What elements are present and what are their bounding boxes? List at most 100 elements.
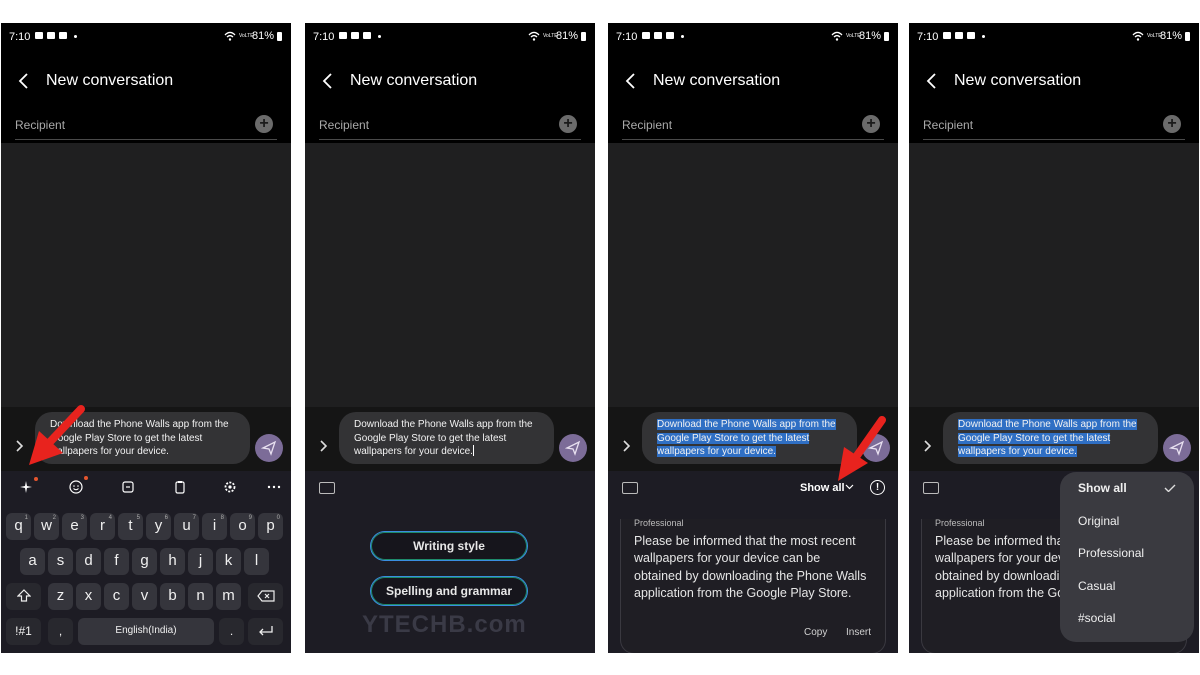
notification-dot-icon bbox=[74, 35, 77, 38]
message-input[interactable]: Download the Phone Walls app from the Go… bbox=[642, 412, 857, 464]
recipient-field[interactable]: Recipient + bbox=[319, 113, 581, 140]
galaxy-ai-sparkle-icon[interactable] bbox=[19, 480, 33, 494]
status-bar: 7:10 VoLTE 81% bbox=[305, 23, 595, 51]
key-m[interactable]: m bbox=[216, 583, 241, 610]
send-button[interactable] bbox=[1163, 434, 1191, 462]
key-q[interactable]: q1 bbox=[6, 513, 31, 540]
suggestion-style-label: Professional bbox=[935, 518, 985, 528]
space-key[interactable]: English(India) bbox=[78, 618, 214, 645]
keyboard-icon[interactable] bbox=[923, 482, 939, 494]
key-f[interactable]: f bbox=[104, 548, 129, 575]
volte-icon: VoLTE bbox=[1146, 32, 1162, 39]
add-recipient-icon[interactable]: + bbox=[559, 115, 577, 133]
message-input[interactable]: Download the Phone Walls app from the Go… bbox=[339, 412, 554, 464]
key-a[interactable]: a bbox=[20, 548, 45, 575]
youtube-icon bbox=[59, 32, 67, 39]
writing-style-button[interactable]: Writing style bbox=[370, 531, 528, 561]
key-v[interactable]: v bbox=[132, 583, 157, 610]
compose-bar: Download the Phone Walls app from the Go… bbox=[909, 407, 1199, 471]
insert-button[interactable]: Insert bbox=[846, 627, 871, 638]
key-z[interactable]: z bbox=[48, 583, 73, 610]
enter-key[interactable] bbox=[248, 618, 283, 645]
back-icon[interactable] bbox=[925, 71, 939, 91]
app-header: New conversation bbox=[1, 67, 291, 95]
send-button[interactable] bbox=[255, 434, 283, 462]
suggestion-panel: Show all ! Professional Please be inform… bbox=[608, 471, 898, 653]
copy-button[interactable]: Copy bbox=[804, 627, 827, 638]
key-n[interactable]: n bbox=[188, 583, 213, 610]
expand-icon[interactable] bbox=[15, 439, 25, 453]
menu-item-show-all[interactable]: Show all bbox=[1078, 481, 1127, 495]
key-h[interactable]: h bbox=[160, 548, 185, 575]
back-icon[interactable] bbox=[624, 71, 638, 91]
key-p[interactable]: p0 bbox=[258, 513, 283, 540]
back-icon[interactable] bbox=[17, 71, 31, 91]
key-u[interactable]: u7 bbox=[174, 513, 199, 540]
youtube-icon bbox=[967, 32, 975, 39]
menu-item-social[interactable]: #social bbox=[1078, 611, 1115, 625]
gallery-icon bbox=[339, 32, 347, 39]
recipient-field[interactable]: Recipient + bbox=[15, 113, 277, 140]
battery-percent: 81% bbox=[555, 30, 578, 42]
emoji-icon[interactable] bbox=[69, 480, 83, 494]
new-badge bbox=[34, 477, 38, 481]
key-x[interactable]: x bbox=[76, 583, 101, 610]
key-k[interactable]: k bbox=[216, 548, 241, 575]
menu-item-professional[interactable]: Professional bbox=[1078, 546, 1144, 560]
keyboard-keys: q1 w2 e3 r4 t5 y6 u7 i8 o9 p0 a s d f g … bbox=[1, 509, 291, 653]
shift-icon bbox=[16, 589, 31, 602]
add-recipient-icon[interactable]: + bbox=[1163, 115, 1181, 133]
selected-message-text: Download the Phone Walls app from the Go… bbox=[958, 419, 1137, 457]
settings-gear-icon[interactable] bbox=[223, 480, 237, 494]
watermark: YTECHB.com bbox=[362, 611, 527, 638]
recipient-field[interactable]: Recipient + bbox=[622, 113, 884, 140]
key-b[interactable]: b bbox=[160, 583, 185, 610]
expand-icon[interactable] bbox=[622, 439, 632, 453]
youtube-icon bbox=[654, 32, 662, 39]
key-r[interactable]: r4 bbox=[90, 513, 115, 540]
send-icon bbox=[261, 440, 277, 456]
key-s[interactable]: s bbox=[48, 548, 73, 575]
key-w[interactable]: w2 bbox=[34, 513, 59, 540]
clipboard-icon[interactable] bbox=[173, 480, 187, 494]
key-j[interactable]: j bbox=[188, 548, 213, 575]
battery-icon bbox=[884, 31, 889, 41]
expand-icon[interactable] bbox=[319, 439, 329, 453]
key-o[interactable]: o9 bbox=[230, 513, 255, 540]
key-c[interactable]: c bbox=[104, 583, 129, 610]
compose-bar: Download the Phone Walls app from the Go… bbox=[305, 407, 595, 471]
message-input[interactable]: Download the Phone Walls app from the Go… bbox=[943, 412, 1158, 464]
period-key[interactable]: . bbox=[219, 618, 244, 645]
expand-icon[interactable] bbox=[923, 439, 933, 453]
key-y[interactable]: y6 bbox=[146, 513, 171, 540]
sticker-icon[interactable] bbox=[121, 480, 135, 494]
back-icon[interactable] bbox=[321, 71, 335, 91]
backspace-key[interactable] bbox=[248, 583, 283, 610]
menu-item-casual[interactable]: Casual bbox=[1078, 579, 1115, 593]
keyboard-icon[interactable] bbox=[319, 482, 335, 494]
symbols-key[interactable]: !#1 bbox=[6, 618, 41, 645]
key-d[interactable]: d bbox=[76, 548, 101, 575]
comma-key[interactable]: , bbox=[48, 618, 73, 645]
status-time: 7:10 bbox=[313, 31, 335, 43]
add-recipient-icon[interactable]: + bbox=[862, 115, 880, 133]
menu-item-original[interactable]: Original bbox=[1078, 514, 1119, 528]
gallery-icon bbox=[35, 32, 43, 39]
more-options-icon[interactable] bbox=[267, 480, 281, 494]
recipient-placeholder: Recipient bbox=[319, 118, 370, 132]
key-i[interactable]: i8 bbox=[202, 513, 227, 540]
writing-assist-panel: Writing style Spelling and grammar YTECH… bbox=[305, 471, 595, 653]
recipient-placeholder: Recipient bbox=[622, 118, 673, 132]
key-e[interactable]: e3 bbox=[62, 513, 87, 540]
shift-key[interactable] bbox=[6, 583, 41, 610]
recipient-field[interactable]: Recipient + bbox=[923, 113, 1185, 140]
key-l[interactable]: l bbox=[244, 548, 269, 575]
add-recipient-icon[interactable]: + bbox=[255, 115, 273, 133]
page-title: New conversation bbox=[954, 72, 1082, 89]
keyboard-icon[interactable] bbox=[622, 482, 638, 494]
spelling-grammar-button[interactable]: Spelling and grammar bbox=[370, 576, 528, 606]
key-g[interactable]: g bbox=[132, 548, 157, 575]
key-t[interactable]: t5 bbox=[118, 513, 143, 540]
send-icon bbox=[565, 440, 581, 456]
send-button[interactable] bbox=[559, 434, 587, 462]
